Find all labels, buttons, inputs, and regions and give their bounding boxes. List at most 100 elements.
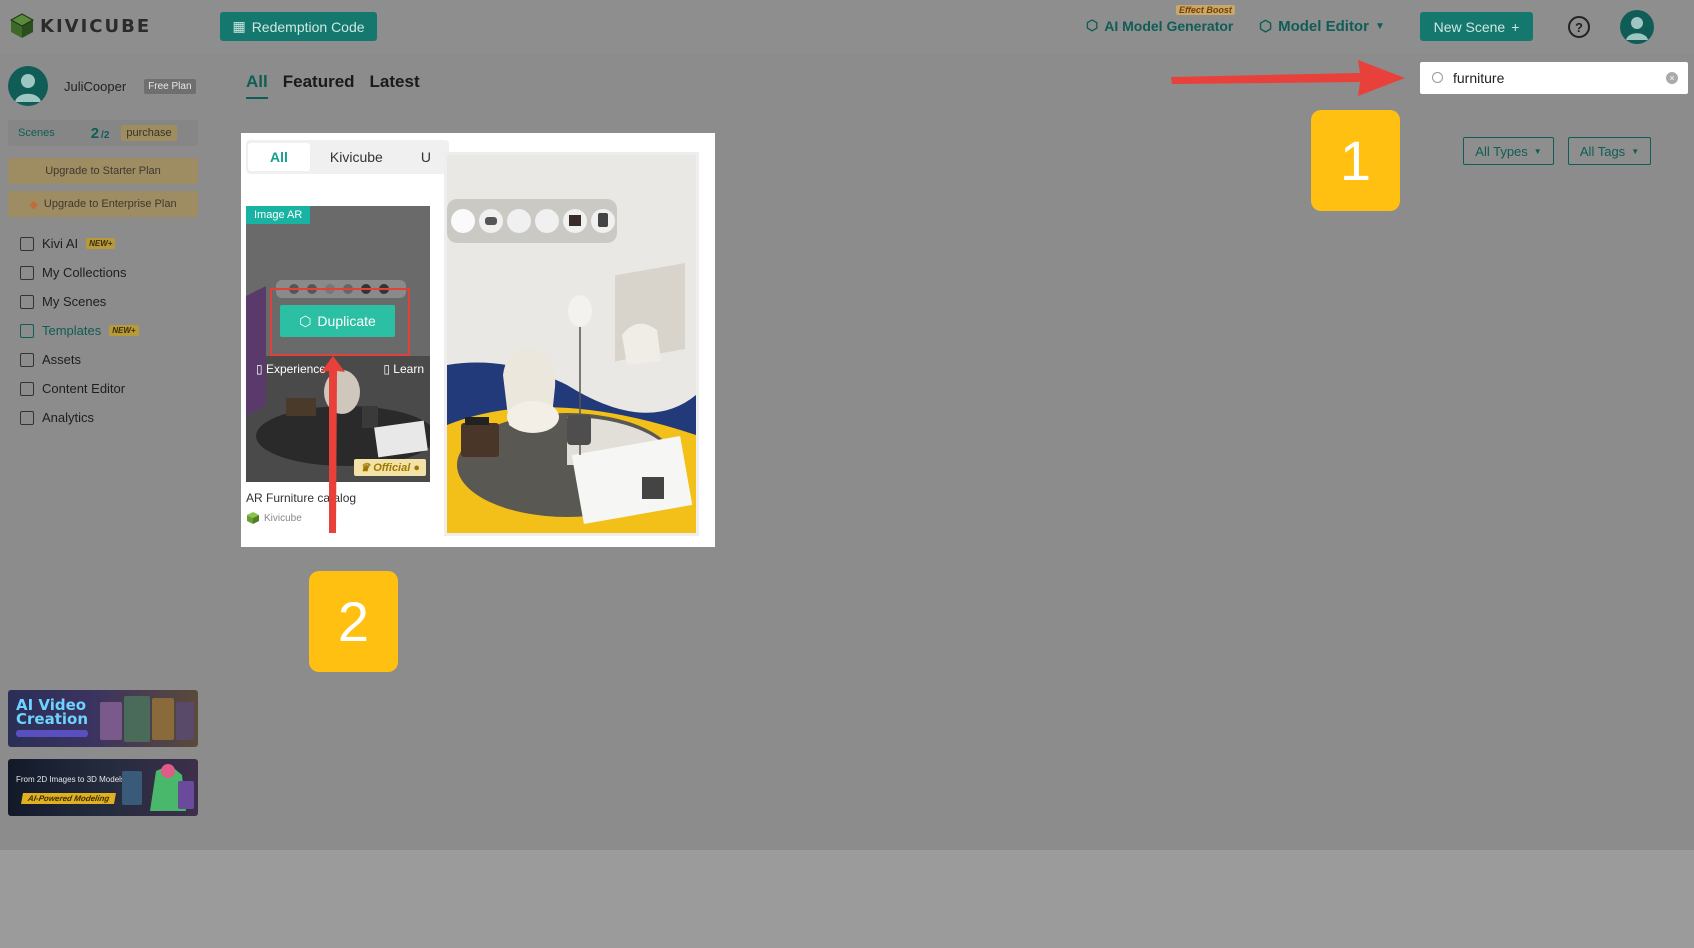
types-filter-label: All Types (1475, 143, 1528, 159)
promo-title: AI Video Creation (16, 698, 88, 728)
hexagon-icon: ⬡ (1086, 17, 1099, 33)
scenes-label: Scenes (18, 127, 55, 139)
user-name: JuliCooper (64, 78, 127, 94)
chevron-down-icon: ▼ (1374, 20, 1385, 32)
template-card[interactable]: Image AR ⬡ Duplicate ▯ Experience ▯ Lear… (246, 206, 430, 482)
scenes-count: 2 (90, 124, 100, 142)
result-tab-user[interactable]: U (401, 141, 449, 173)
template-search-results: All Kivicube U Image AR ⬡ Duplicate ▯ Ex… (241, 133, 715, 547)
chevron-down-icon: ▼ (1533, 146, 1542, 156)
model-editor-label: Model Editor (1278, 17, 1369, 35)
tags-filter-dropdown[interactable]: All Tags ▼ (1568, 137, 1651, 165)
ai-model-generator-link[interactable]: ⬡ AI Model Generator (1086, 17, 1233, 34)
model-editor-dropdown[interactable]: ⬡ Model Editor ▼ (1259, 17, 1385, 36)
ai-model-generator-label: AI Model Generator (1104, 17, 1234, 34)
upgrade-enterprise-button[interactable]: ◆ Upgrade to Enterprise Plan (8, 191, 198, 217)
sidebar-item-label: My Collections (42, 265, 127, 280)
sidebar-item-label: Kivi AI (42, 236, 79, 251)
learn-link[interactable]: ▯ Learn (383, 362, 424, 376)
callout-step-1: 1 (1311, 110, 1400, 211)
template-preview-image (444, 152, 699, 536)
card-type-badge: Image AR (246, 206, 311, 224)
sidebar-item-label: Analytics (42, 410, 95, 425)
scenes-quota: Scenes 2 /2 purchase (8, 120, 198, 146)
chevron-down-icon: ▼ (1631, 146, 1640, 156)
user-icon (15, 74, 41, 102)
new-scene-button[interactable]: New Scene + (1420, 12, 1533, 41)
experience-label: Experience (265, 362, 326, 376)
account-avatar[interactable] (1620, 10, 1654, 44)
preview-scene (447, 155, 696, 533)
promo-subtitle-bar (16, 730, 88, 737)
result-tab-all[interactable]: All (248, 143, 310, 171)
sidebar-item-label: Assets (42, 352, 82, 367)
author-name: Kivicube (264, 512, 302, 524)
cube-logo-icon (9, 13, 35, 38)
hexagon-icon: ⬡ (1259, 18, 1273, 35)
sidebar-item-content-editor[interactable]: Content Editor (20, 374, 139, 403)
promo-3d-figure (122, 764, 194, 811)
promo-subtitle: AI-Powered Modeling (21, 793, 117, 804)
new-badge: NEW+ (86, 238, 116, 249)
scenes-total: /2 (101, 129, 110, 141)
result-tabs: All Kivicube U (246, 140, 449, 174)
effect-boost-badge: Effect Boost (1176, 5, 1235, 15)
sidebar-item-label: My Scenes (42, 294, 107, 309)
top-bar: KIVICUBE ▦ Redemption Code ⬡ AI Model Ge… (0, 0, 1694, 54)
plus-icon: + (1511, 18, 1520, 35)
user-profile[interactable]: JuliCooper Free Plan (8, 66, 196, 106)
gift-icon: ▦ (232, 18, 246, 34)
sidebar-item-templates[interactable]: Templates NEW+ (20, 316, 139, 345)
cube-icon (247, 512, 259, 524)
promo-banner-ai-video[interactable]: AI Video Creation (8, 690, 198, 747)
template-author: Kivicube (246, 511, 302, 525)
tab-featured[interactable]: Featured (283, 72, 355, 99)
learn-label: Learn (393, 362, 424, 376)
sidebar-item-my-scenes[interactable]: My Scenes (20, 287, 139, 316)
sidebar-item-label: Content Editor (42, 381, 126, 396)
avatar (8, 66, 48, 106)
callout-step-2: 2 (309, 571, 398, 672)
diamond-icon: ◆ (29, 198, 38, 211)
template-tabs: All Featured Latest (246, 72, 420, 99)
redemption-code-button[interactable]: ▦ Redemption Code (220, 12, 377, 41)
ai-icon (20, 236, 34, 251)
purchase-button[interactable]: purchase (121, 125, 177, 141)
official-badge: ♛ Official ● (354, 459, 426, 476)
brand-name: KIVICUBE (40, 15, 152, 37)
editor-icon (20, 381, 34, 396)
upgrade-starter-label: Upgrade to Starter Plan (45, 165, 161, 177)
card-actions: ▯ Experience ▯ Learn (256, 362, 424, 376)
upgrade-starter-button[interactable]: Upgrade to Starter Plan (8, 158, 198, 184)
sidebar-item-assets[interactable]: Assets (20, 345, 139, 374)
help-icon[interactable]: ? (1568, 16, 1590, 38)
sidebar-item-label: Templates (42, 323, 102, 338)
sidebar-item-analytics[interactable]: Analytics (20, 403, 139, 432)
tags-filter-label: All Tags (1579, 143, 1626, 159)
promo-title: From 2D Images to 3D Models (16, 775, 125, 784)
sidebar-menu: Kivi AI NEW+ My Collections My Scenes Te… (20, 229, 139, 432)
brand-logo[interactable]: KIVICUBE (8, 12, 151, 40)
clear-icon[interactable]: × (1666, 72, 1678, 84)
cube-icon (20, 294, 34, 309)
template-title[interactable]: AR Furniture catalog (246, 491, 356, 505)
search-icon (1432, 72, 1443, 83)
experience-link[interactable]: ▯ Experience (256, 362, 326, 376)
highlight-rectangle (270, 288, 410, 356)
template-icon (20, 323, 34, 338)
tab-latest[interactable]: Latest (370, 72, 420, 99)
tab-all[interactable]: All (246, 72, 268, 99)
sidebar-item-kivi-ai[interactable]: Kivi AI NEW+ (20, 229, 139, 258)
types-filter-dropdown[interactable]: All Types ▼ (1463, 137, 1554, 165)
promo-banner-2d-to-3d[interactable]: From 2D Images to 3D Models AI-Powered M… (8, 759, 198, 816)
page-footer-area (0, 850, 1694, 948)
promo-title-line: Creation (16, 710, 88, 728)
new-badge: NEW+ (109, 325, 139, 336)
assets-icon (20, 352, 34, 367)
official-label: Official (373, 462, 411, 474)
folder-icon (20, 265, 34, 280)
sidebar-item-my-collections[interactable]: My Collections (20, 258, 139, 287)
search-input[interactable]: furniture × (1420, 62, 1688, 94)
redemption-code-label: Redemption Code (251, 18, 365, 35)
result-tab-kivicube[interactable]: Kivicube (312, 141, 401, 173)
